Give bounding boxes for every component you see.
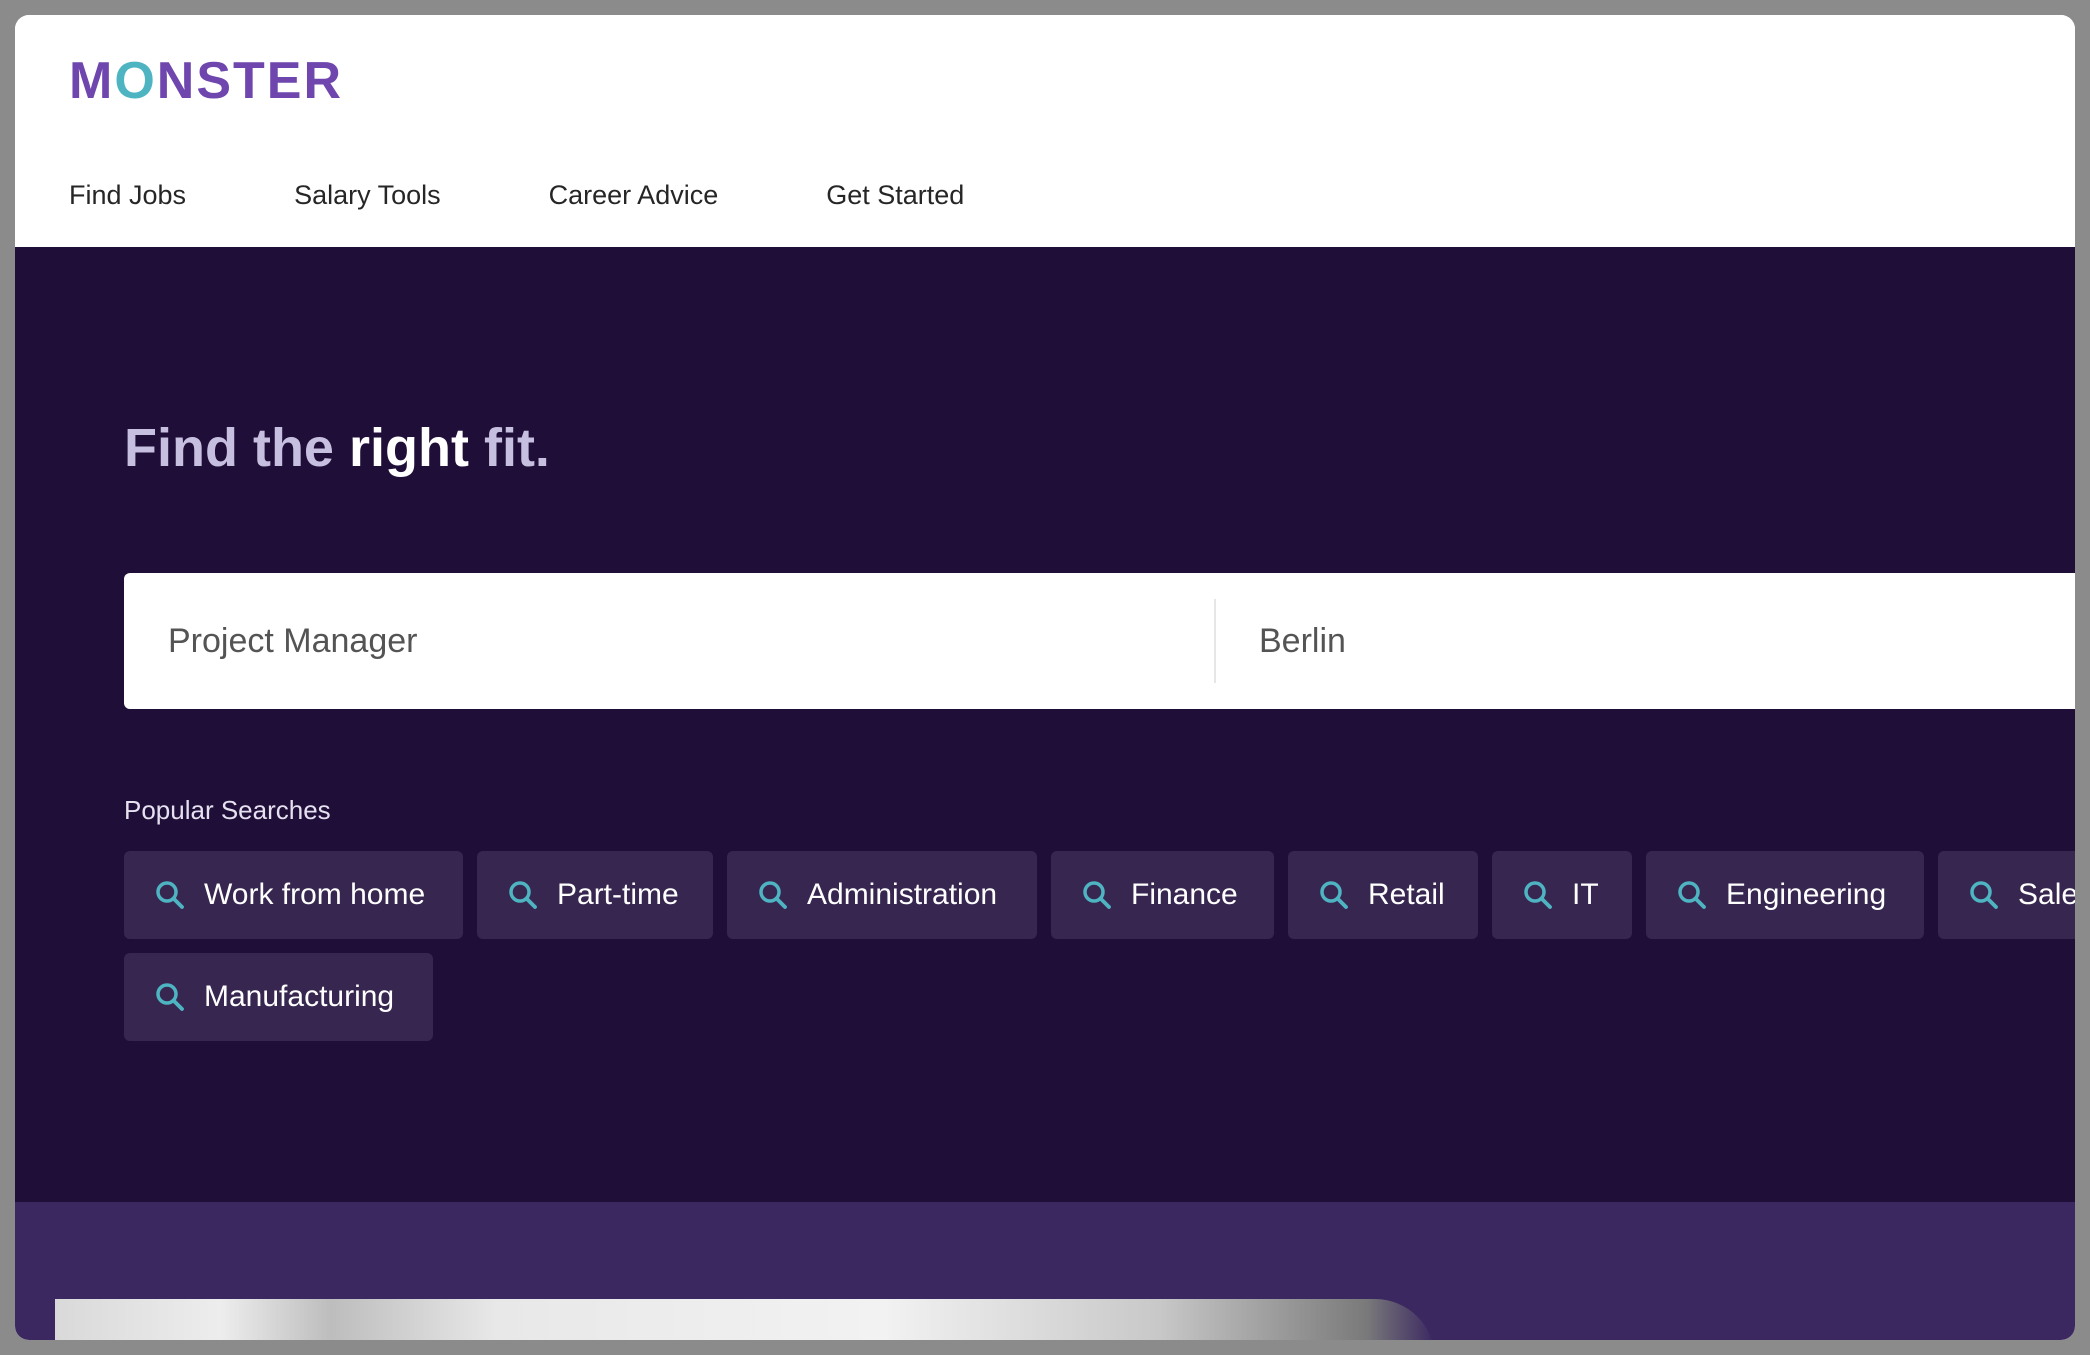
monster-logo[interactable]: M O NSTER bbox=[69, 51, 343, 111]
nav-salary-tools[interactable]: Salary Tools bbox=[294, 180, 441, 211]
job-search-bar bbox=[124, 573, 2075, 709]
hero-headline: Find the right fit. bbox=[124, 417, 550, 479]
browser-viewport: M O NSTER Find Jobs Salary Tools Career Ad… bbox=[15, 15, 2075, 1340]
chip-label: Sales bbox=[2018, 878, 2075, 911]
chip-part-time[interactable]: Part-time bbox=[477, 851, 713, 939]
headline-part-3: fit. bbox=[468, 418, 550, 478]
search-divider bbox=[1214, 599, 1216, 683]
search-icon bbox=[1320, 881, 1348, 909]
chip-label: Retail bbox=[1368, 878, 1445, 911]
chip-finance[interactable]: Finance bbox=[1051, 851, 1274, 939]
chip-administration[interactable]: Administration bbox=[727, 851, 1037, 939]
search-icon bbox=[759, 881, 787, 909]
popular-searches-label: Popular Searches bbox=[124, 795, 331, 825]
job-title-input[interactable] bbox=[166, 573, 1206, 709]
chip-engineering[interactable]: Engineering bbox=[1646, 851, 1924, 939]
chip-it[interactable]: IT bbox=[1492, 851, 1632, 939]
location-input[interactable] bbox=[1257, 573, 2057, 709]
search-icon bbox=[1678, 881, 1706, 909]
nav-find-jobs[interactable]: Find Jobs bbox=[69, 180, 186, 211]
headline-emphasis: right bbox=[348, 418, 469, 478]
chip-label: IT bbox=[1572, 878, 1599, 911]
chip-manufacturing[interactable]: Manufacturing bbox=[124, 953, 433, 1041]
hero-section: Find the right fit. Popular Searches Wor… bbox=[15, 247, 2075, 1202]
logo-letters-rest: NSTER bbox=[156, 52, 344, 110]
headline-part-1: Find the bbox=[124, 418, 349, 478]
search-icon bbox=[509, 881, 537, 909]
logo-letter-o: O bbox=[114, 52, 157, 110]
search-icon bbox=[156, 983, 184, 1011]
main-nav: Find Jobs Salary Tools Career Advice Get… bbox=[69, 180, 1072, 211]
chip-label: Engineering bbox=[1726, 878, 1887, 911]
nav-get-started[interactable]: Get Started bbox=[826, 180, 964, 211]
chip-label: Manufacturing bbox=[204, 980, 395, 1013]
hero-photo bbox=[55, 1299, 1435, 1340]
chip-retail[interactable]: Retail bbox=[1288, 851, 1478, 939]
search-icon bbox=[1970, 881, 1998, 909]
chip-sales[interactable]: Sales bbox=[1938, 851, 2075, 939]
site-header: M O NSTER Find Jobs Salary Tools Career Ad… bbox=[15, 15, 2075, 247]
chip-label: Administration bbox=[807, 878, 998, 911]
search-icon bbox=[1524, 881, 1552, 909]
chip-label: Part-time bbox=[557, 878, 679, 911]
search-icon bbox=[156, 881, 184, 909]
chip-label: Work from home bbox=[204, 878, 426, 911]
chip-work-from-home[interactable]: Work from home bbox=[124, 851, 463, 939]
chip-label: Finance bbox=[1131, 878, 1238, 911]
search-icon bbox=[1083, 881, 1111, 909]
logo-letter-m: M bbox=[69, 52, 115, 110]
nav-career-advice[interactable]: Career Advice bbox=[549, 180, 719, 211]
